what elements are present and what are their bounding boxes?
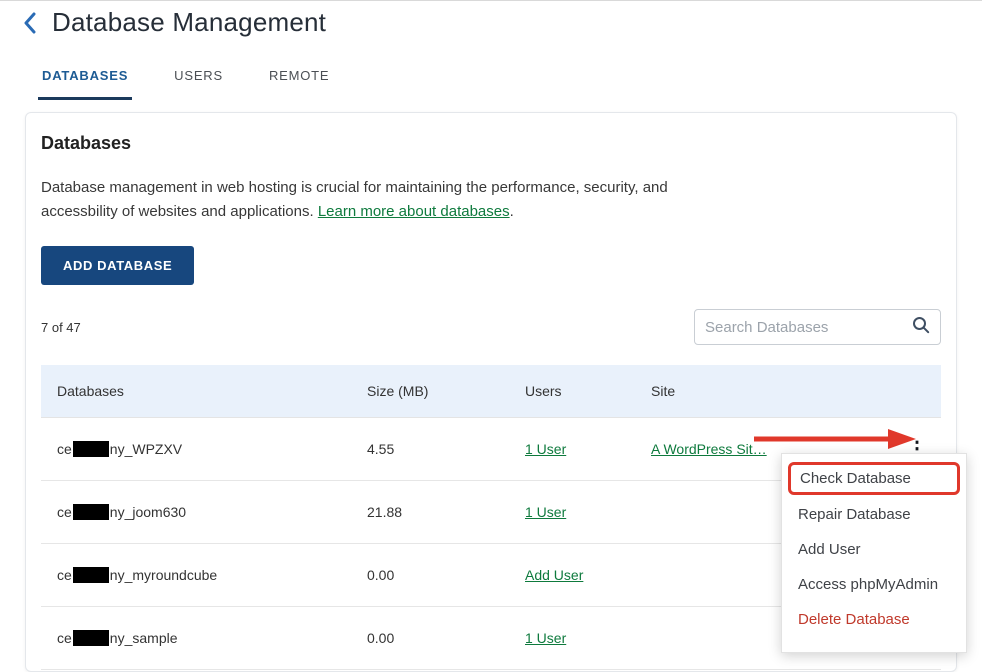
column-header-databases: Databases (41, 365, 351, 418)
database-users-cell: Add User (509, 544, 635, 607)
database-name-cell: ce ny_sample (41, 607, 351, 670)
back-icon[interactable] (22, 12, 38, 34)
page-header: Database Management (0, 1, 982, 38)
database-management-page: Database Management DATABASES USERS REMO… (0, 1, 982, 651)
column-header-site: Site (635, 365, 825, 418)
search-box (694, 309, 941, 345)
database-name-prefix: ce (57, 441, 72, 457)
menu-item-access-phpmyadmin[interactable]: Access phpMyAdmin (782, 567, 966, 602)
column-header-users: Users (509, 365, 635, 418)
menu-item-add-user[interactable]: Add User (782, 532, 966, 567)
users-link[interactable]: 1 User (525, 441, 566, 457)
database-users-cell: 1 User (509, 418, 635, 481)
description-line-2: accessbility of websites and application… (41, 200, 941, 224)
tab-remote[interactable]: REMOTE (265, 64, 333, 100)
panel-heading: Databases (41, 133, 941, 154)
database-name-suffix: ny_myroundcube (110, 567, 217, 583)
database-name-prefix: ce (57, 630, 72, 646)
learn-more-link[interactable]: Learn more about databases (318, 203, 510, 220)
menu-item-delete-database[interactable]: Delete Database (782, 602, 966, 637)
database-name-prefix: ce (57, 504, 72, 520)
database-name-cell: ce ny_joom630 (41, 481, 351, 544)
context-menu: Check Database Repair Database Add User … (781, 453, 967, 653)
redaction-box (73, 630, 109, 646)
database-name-cell: ce ny_WPZXV (41, 418, 351, 481)
page-title: Database Management (52, 7, 326, 38)
tab-users[interactable]: USERS (170, 64, 227, 100)
database-name-suffix: ny_joom630 (110, 504, 186, 520)
menu-item-repair-database[interactable]: Repair Database (782, 497, 966, 532)
add-database-button[interactable]: ADD DATABASE (41, 246, 194, 285)
database-name-suffix: ny_sample (110, 630, 178, 646)
database-name-cell: ce ny_myroundcube (41, 544, 351, 607)
column-header-size: Size (MB) (351, 365, 509, 418)
tab-bar: DATABASES USERS REMOTE (38, 64, 982, 100)
database-users-cell: 1 User (509, 607, 635, 670)
description-period: . (510, 203, 514, 220)
annotation-highlight-box: Check Database (788, 462, 960, 495)
description-line-2-text: accessbility of websites and application… (41, 203, 318, 220)
users-link[interactable]: 1 User (525, 504, 566, 520)
table-toolbar: 7 of 47 (41, 309, 941, 345)
users-link[interactable]: 1 User (525, 630, 566, 646)
redaction-box (73, 567, 109, 583)
menu-item-check-database[interactable]: Check Database (791, 465, 957, 492)
result-count: 7 of 47 (41, 320, 81, 335)
redaction-box (73, 504, 109, 520)
search-icon (912, 316, 930, 339)
description-line-1: Database management in web hosting is cr… (41, 176, 941, 200)
database-users-cell: 1 User (509, 481, 635, 544)
database-size-cell: 21.88 (351, 481, 509, 544)
site-link[interactable]: A WordPress Sit… (651, 441, 767, 457)
column-header-actions (825, 365, 941, 418)
add-user-link[interactable]: Add User (525, 567, 583, 583)
database-size-cell: 0.00 (351, 607, 509, 670)
table-header-row: Databases Size (MB) Users Site (41, 365, 941, 418)
database-size-cell: 0.00 (351, 544, 509, 607)
database-size-cell: 4.55 (351, 418, 509, 481)
database-name-prefix: ce (57, 567, 72, 583)
tab-databases[interactable]: DATABASES (38, 64, 132, 100)
redaction-box (73, 441, 109, 457)
database-name-suffix: ny_WPZXV (110, 441, 182, 457)
panel-description: Database management in web hosting is cr… (41, 176, 941, 224)
search-input[interactable] (705, 319, 912, 336)
